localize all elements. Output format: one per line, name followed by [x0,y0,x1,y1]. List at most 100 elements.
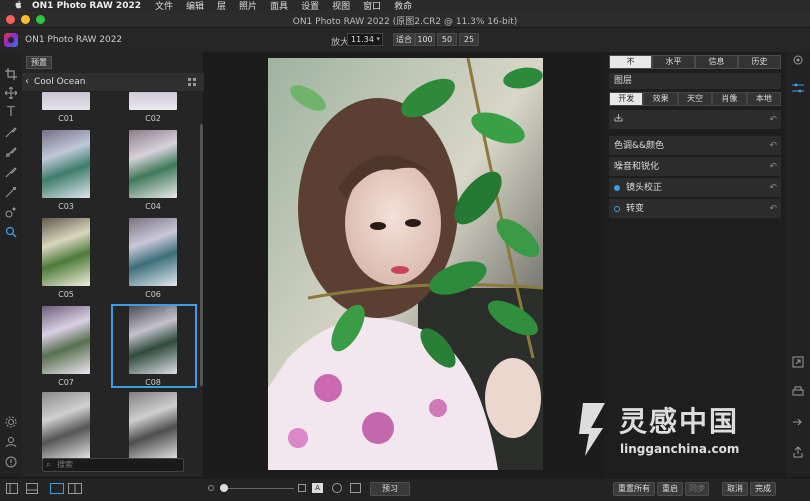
presets-scrollbar[interactable] [200,124,203,386]
compare-view-icon[interactable] [68,483,82,497]
preset-search-input[interactable]: ⌕ 搜索 [42,458,184,472]
sliders-icon[interactable] [791,82,805,96]
save-preset-icon[interactable] [614,114,623,125]
grid-view-icon[interactable] [188,78,196,86]
tab-presets[interactable]: 预置 [26,56,52,69]
preset-thumb-c07[interactable] [42,306,90,374]
adjustment-noise-sharpen[interactable]: 噪音和锐化 ↶ [609,157,781,177]
reset-icon[interactable]: ↶ [769,110,777,130]
presets-module-icon[interactable] [791,54,805,68]
zoom-50-button[interactable]: 50 [437,33,457,46]
tab-local[interactable]: 本地 [746,92,782,106]
account-icon[interactable] [4,436,18,450]
crop-overlay-icon[interactable] [298,484,306,492]
preset-thumb-c06[interactable] [129,218,177,286]
reset-icon[interactable]: ↶ [769,157,777,177]
masking-brush-icon[interactable] [4,146,18,160]
sync-button[interactable]: 同步 [685,482,709,496]
clone-stamp-icon[interactable] [4,186,18,200]
zoom-value: 11.34 [351,35,374,44]
preset-label: C01 [58,114,74,123]
preset-thumb[interactable] [129,392,177,460]
snapshot-icon[interactable] [350,483,361,493]
share-icon[interactable] [791,446,805,460]
menubar-app-name[interactable]: ON1 Photo RAW 2022 [32,1,141,11]
adjustment-label: 噪音和锐化 [614,162,660,172]
zoom-25-button[interactable]: 25 [459,33,479,46]
watermark-url: lingganchina.com [620,442,740,456]
window-title: ON1 Photo RAW 2022 (原图2.CR2 @ 11.3% 16-b… [292,17,518,27]
adjustment-label: 镜头校正 [626,183,663,193]
bottom-bar: A 预习 重置所有 重启 同步 取消 完成 [0,477,810,501]
preset-label: C05 [58,290,74,299]
preset-thumb[interactable] [42,392,90,460]
view-tabs: 不 水平 信息 历史 [609,55,781,69]
adjustment-label: 转变 [626,204,645,214]
tab-sky[interactable]: 天空 [677,92,713,106]
help-icon[interactable] [4,456,18,470]
print-icon[interactable] [791,386,805,400]
reset-icon[interactable]: ↶ [769,199,777,219]
crop-icon[interactable] [4,68,18,82]
tab-history[interactable]: 历史 [738,55,781,69]
preset-thumbnail-grid: C01 C02 C03 C04 C05 C06 ♡ C07 C08 [22,92,198,460]
tab-info[interactable]: 信息 [695,55,738,69]
reset-all-button[interactable]: 重置所有 [613,482,655,496]
tab-navigator[interactable]: 不 [609,55,652,69]
preset-thumb-c02[interactable] [129,92,177,110]
perfect-eraser-icon[interactable] [4,206,18,220]
zoom-out-icon[interactable] [208,485,214,491]
app-name: ON1 Photo RAW 2022 [25,35,123,45]
send-to-icon[interactable] [791,416,805,430]
back-chevron-icon[interactable]: ‹ [25,76,29,87]
text-overlay-icon[interactable]: A [312,483,323,493]
retouch-brush-icon[interactable] [4,166,18,180]
preset-thumb-c01[interactable] [42,92,90,110]
preset-save-row: ↶ [609,110,781,130]
tab-portrait[interactable]: 肖像 [712,92,747,106]
done-button[interactable]: 完成 [750,482,776,496]
adjustment-transform[interactable]: 转变 ↶ [609,199,781,219]
cancel-button[interactable]: 取消 [722,482,748,496]
reset-button[interactable]: 重启 [657,482,683,496]
inactive-dot-icon [614,205,620,212]
reset-icon[interactable]: ↶ [769,178,777,198]
preset-thumb-c04[interactable] [129,130,177,198]
preset-label: C07 [58,378,74,387]
adjustment-tone-color[interactable]: 色调&&颜色 ↶ [609,136,781,156]
tab-develop[interactable]: 开发 [609,92,644,106]
tab-effects[interactable]: 效果 [643,92,678,106]
preset-thumb-c05[interactable] [42,218,90,286]
app-logo-icon [4,33,18,47]
export-icon[interactable] [791,356,805,370]
panel-toggle-icon[interactable] [6,483,18,497]
mask-overlay-icon[interactable] [332,483,342,493]
preview-button[interactable]: 预习 [370,482,410,496]
brush-icon[interactable] [4,126,18,140]
macos-menubar: ON1 Photo RAW 2022 文件 编辑 层 照片 面具 设置 视图 窗… [0,0,810,12]
preset-thumb-c03[interactable] [42,130,90,198]
apple-menu-icon[interactable] [14,0,24,12]
zoom-slider-handle[interactable] [220,484,228,492]
layers-header[interactable]: 图层 [609,73,781,89]
active-dot-icon [614,184,620,191]
section-tabs: 开发 效果 天空 肖像 本地 [609,92,782,106]
zoom-select[interactable]: 11.34 ▾ [347,33,383,46]
search-icon: ⌕ [46,460,51,469]
fit-button[interactable]: 适合 [393,33,415,46]
settings-gear-icon[interactable] [4,416,18,430]
filmstrip-icon[interactable] [26,483,38,497]
zoom-100-button[interactable]: 100 [415,33,435,46]
photo-preview[interactable] [268,58,543,470]
photo-canvas[interactable] [204,52,604,477]
adjustment-lens-correction[interactable]: 镜头校正 ↶ [609,178,781,198]
reset-icon[interactable]: ↶ [769,136,777,156]
tab-levels[interactable]: 水平 [652,55,695,69]
zoom-tool-icon[interactable] [4,226,18,240]
transform-icon[interactable] [4,86,18,101]
chevron-down-icon: ▾ [376,35,380,43]
single-view-icon[interactable] [50,483,64,497]
watermark-brand: 灵感中国 [619,405,740,438]
zoom-slider[interactable] [220,488,294,489]
text-icon[interactable]: T [4,106,18,120]
